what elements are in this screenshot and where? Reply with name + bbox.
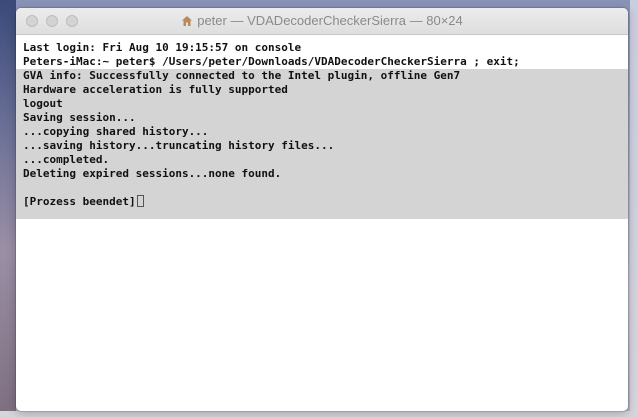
text-selection[interactable]: GVA info: Successfully connected to the … bbox=[16, 69, 628, 219]
window-title-text: peter — VDADecoderCheckerSierra — 80×24 bbox=[197, 13, 463, 28]
terminal-line: Saving session... bbox=[23, 111, 136, 124]
terminal-line: Last login: Fri Aug 10 19:15:57 on conso… bbox=[23, 41, 302, 54]
home-folder-icon bbox=[181, 15, 193, 30]
terminal-line: Deleting expired sessions...none found. bbox=[23, 167, 282, 180]
terminal-line: ...saving history...truncating history f… bbox=[23, 139, 335, 152]
terminal-line: GVA info: Successfully connected to the … bbox=[23, 69, 461, 82]
terminal-window[interactable]: peter — VDADecoderCheckerSierra — 80×24 … bbox=[16, 8, 628, 411]
desktop-background-right bbox=[630, 0, 638, 417]
terminal-line: logout bbox=[23, 97, 63, 110]
process-ended-text: [Prozess beendet] bbox=[23, 195, 136, 208]
terminal-output[interactable]: Last login: Fri Aug 10 19:15:57 on conso… bbox=[16, 41, 628, 219]
terminal-cursor bbox=[136, 195, 144, 207]
terminal-line: ...completed. bbox=[23, 153, 110, 166]
window-title: peter — VDADecoderCheckerSierra — 80×24 bbox=[16, 13, 628, 30]
desktop-background-bottom bbox=[0, 411, 638, 417]
terminal-line: Peters-iMac:~ peter$ /Users/peter/Downlo… bbox=[23, 55, 520, 68]
terminal-line-status: [Prozess beendet] bbox=[22, 195, 628, 209]
terminal-line: Hardware acceleration is fully supported bbox=[23, 83, 288, 96]
desktop-background-left bbox=[0, 0, 16, 417]
terminal-line: ...copying shared history... bbox=[23, 125, 209, 138]
title-bar[interactable]: peter — VDADecoderCheckerSierra — 80×24 bbox=[16, 8, 628, 35]
